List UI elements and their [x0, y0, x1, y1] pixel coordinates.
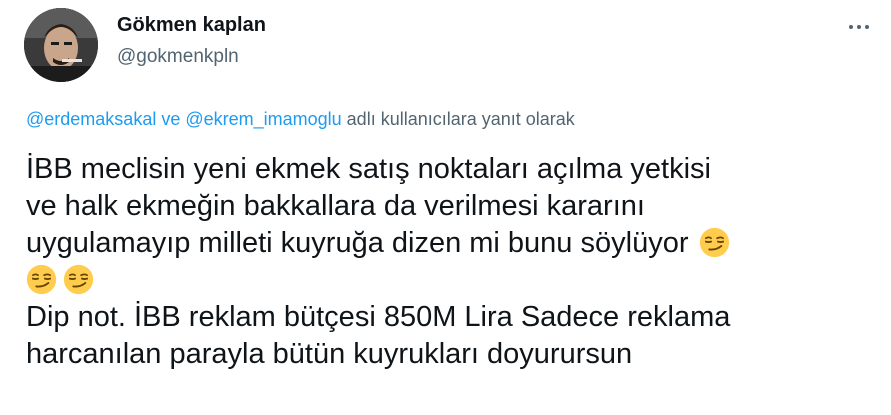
tweet-text: İBB meclisin yeni ekmek satış noktaları … [26, 151, 876, 373]
smirking-face-emoji [63, 264, 94, 295]
reply-connector: ve [156, 109, 186, 129]
author-handle[interactable]: @gokmenkpln [117, 46, 239, 68]
tweet-line: İBB meclisin yeni ekmek satış noktaları … [26, 153, 711, 185]
smirking-face-emoji [699, 227, 730, 258]
tweet-line-text: uygulamayıp milleti kuyruğa dizen mi bun… [26, 227, 689, 259]
smirking-face-emoji [26, 264, 57, 295]
tweet-line: uygulamayıp milleti kuyruğa dizen mi bun… [26, 225, 876, 262]
tweet-line: harcanılan parayla bütün kuyrukları doyu… [26, 338, 633, 370]
reply-context: @erdemaksakal ve @ekrem_imamoglu adlı ku… [26, 109, 575, 130]
more-horizontal-icon [847, 25, 871, 29]
tweet-line: ve halk ekmeğin bakkallara da verilmesi … [26, 190, 645, 222]
tweet-card: Gökmen kaplan @gokmenkpln @erdemaksakal … [0, 0, 891, 415]
tweet-line-emojis [26, 262, 876, 299]
avatar-image [24, 8, 98, 82]
reply-suffix: adlı kullanıcılara yanıt olarak [341, 109, 575, 129]
more-options-button[interactable] [842, 12, 876, 42]
mention-link-2[interactable]: @ekrem_imamoglu [185, 109, 341, 129]
avatar[interactable] [24, 8, 98, 82]
mention-link-1[interactable]: @erdemaksakal [26, 109, 156, 129]
tweet-line: Dip not. İBB reklam bütçesi 850M Lira Sa… [26, 301, 731, 333]
author-display-name[interactable]: Gökmen kaplan [117, 14, 266, 37]
